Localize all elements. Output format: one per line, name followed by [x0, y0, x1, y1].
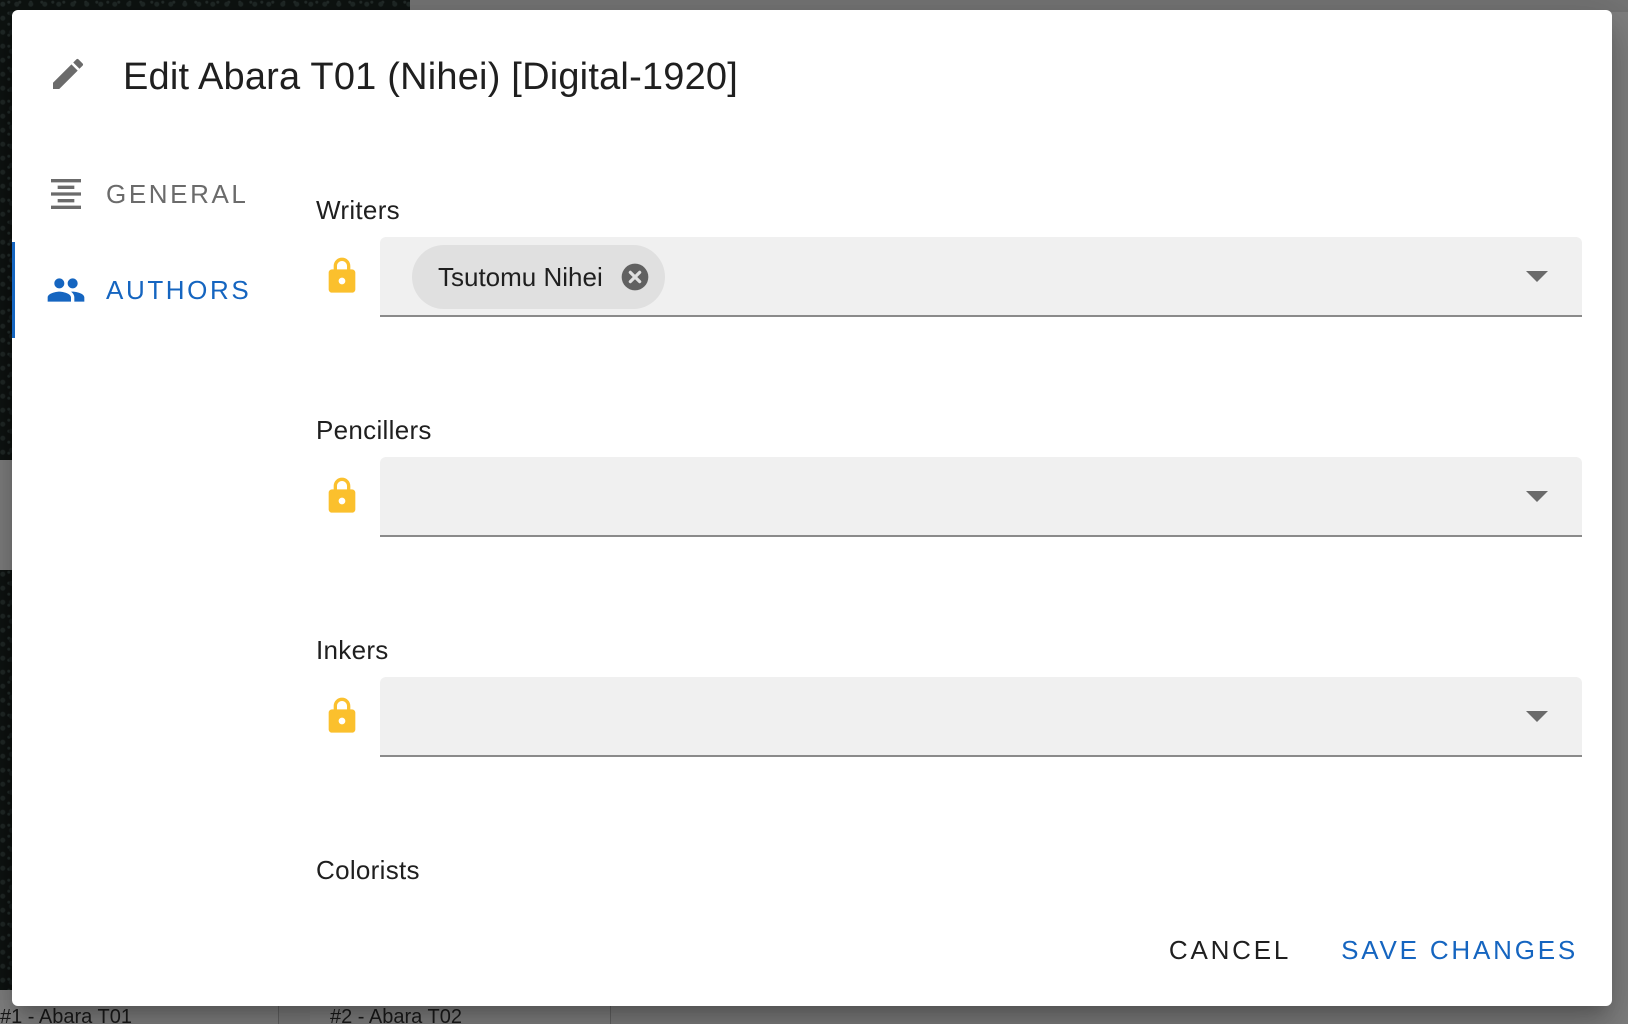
cancel-button[interactable]: CANCEL	[1169, 935, 1291, 966]
inkers-select[interactable]	[380, 677, 1582, 757]
text-align-center-icon	[51, 179, 81, 209]
tab-label: AUTHORS	[106, 274, 252, 305]
writers-label: Writers	[316, 195, 400, 225]
colorists-label: Colorists	[316, 855, 420, 885]
tab-authors[interactable]: AUTHORS	[12, 242, 292, 338]
dropdown-arrow-icon[interactable]	[1526, 711, 1548, 722]
edit-book-dialog: Edit Abara T01 (Nihei) [Digital-1920] GE…	[12, 10, 1612, 1006]
pencillers-field: Pencillers	[304, 380, 1582, 580]
chip-label: Tsutomu Nihei	[438, 261, 603, 292]
dialog-header: Edit Abara T01 (Nihei) [Digital-1920]	[12, 10, 1612, 140]
authors-form: Writers Tsutomu Nihei Pencillers Inkers …	[304, 160, 1582, 905]
writer-chip: Tsutomu Nihei	[412, 245, 665, 309]
lock-icon[interactable]	[322, 472, 362, 520]
dialog-actions: CANCEL SAVE CHANGES	[1169, 935, 1578, 966]
pencil-icon	[53, 58, 84, 89]
pencillers-select[interactable]	[380, 457, 1582, 537]
side-tabs: GENERAL AUTHORS	[12, 146, 292, 338]
dropdown-arrow-icon[interactable]	[1526, 491, 1548, 502]
colorists-field: Colorists	[304, 820, 1582, 905]
lock-icon[interactable]	[322, 252, 362, 300]
tab-general[interactable]: GENERAL	[12, 146, 292, 242]
writers-select[interactable]: Tsutomu Nihei	[380, 237, 1582, 317]
save-changes-button[interactable]: SAVE CHANGES	[1341, 935, 1578, 966]
inkers-label: Inkers	[316, 635, 389, 665]
pencillers-label: Pencillers	[316, 415, 432, 445]
dropdown-arrow-icon[interactable]	[1526, 271, 1548, 282]
people-icon	[47, 278, 85, 302]
remove-chip-icon[interactable]	[619, 261, 651, 293]
dialog-title: Edit Abara T01 (Nihei) [Digital-1920]	[123, 56, 739, 98]
lock-icon[interactable]	[322, 692, 362, 740]
writers-field: Writers Tsutomu Nihei	[304, 160, 1582, 360]
tab-label: GENERAL	[106, 178, 249, 209]
inkers-field: Inkers	[304, 600, 1582, 800]
